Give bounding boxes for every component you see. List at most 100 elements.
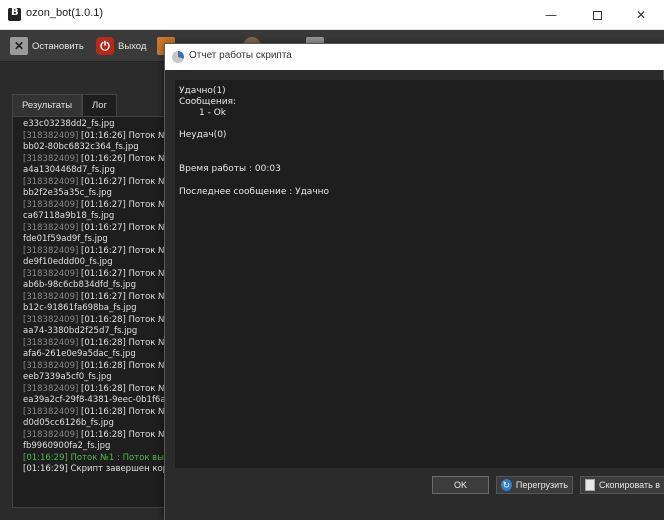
log-text: bb02-80bc6832c364_fs.jpg — [23, 142, 139, 152]
log-text: [01:16:28] Поток № — [78, 314, 167, 325]
power-icon: ⏻ — [96, 37, 114, 55]
log-line: [318382409] [01:16:27] Поток № — [23, 246, 167, 257]
log-line: [318382409] [01:16:27] Поток № — [23, 292, 167, 303]
log-line: aa74-3380bd2f25d7_fs.jpg — [23, 326, 137, 337]
log-text: [01:16:28] Поток № — [78, 360, 167, 371]
reload-label: Перегрузить — [515, 480, 568, 490]
clipboard-icon — [585, 479, 595, 491]
log-id: [318382409] — [23, 268, 79, 279]
copy-label: Скопировать в — [599, 480, 661, 490]
log-text: fb9960900fa2_fs.jpg — [23, 441, 111, 451]
log-line: e33c03238dd2_fs.jpg — [23, 119, 114, 130]
log-id: [318382409] — [23, 130, 79, 141]
log-line: [318382409] [01:16:28] Поток № — [23, 430, 167, 441]
message-item: 1 - Ok — [199, 108, 226, 118]
log-line: [318382409] [01:16:27] Поток № — [23, 223, 167, 234]
dialog-titlebar: Отчет работы скрипта — [165, 44, 664, 70]
log-line: de9f10eddd00_fs.jpg — [23, 257, 113, 268]
log-id: [318382409] — [23, 337, 79, 348]
close-button[interactable]: ✕ — [618, 0, 664, 30]
log-line: ca67118a9b18_fs.jpg — [23, 211, 114, 222]
exit-button[interactable]: ⏻ Выход — [96, 34, 146, 58]
log-line: bb2f2e35a35c_fs.jpg — [23, 188, 112, 199]
log-text: eeb7339a5cf0_fs.jpg — [23, 372, 112, 382]
log-text: [01:16:27] Поток № — [78, 222, 167, 233]
log-line-final-thread: [01:16:29] Поток №1 : Поток вы — [23, 452, 164, 463]
minimize-button[interactable]: — — [528, 0, 574, 30]
log-line: [318382409] [01:16:27] Поток № — [23, 200, 167, 211]
log-id: [318382409] — [23, 314, 79, 325]
log-line: [318382409] [01:16:28] Поток № — [23, 361, 167, 372]
log-text: a4a1304468d7_fs.jpg — [23, 165, 116, 175]
tab-log[interactable]: Лог — [82, 94, 118, 116]
log-text: afa6-261e0e9a5dac_fs.jpg — [23, 349, 136, 359]
last-message: Последнее сообщение : Удачно — [179, 187, 330, 197]
log-text: [01:16:27] Поток № — [78, 245, 167, 256]
log-text: [01:16:28] Поток № — [78, 406, 167, 417]
stop-label: Остановить — [32, 40, 84, 52]
log-line-script-finished: [01:16:29] Скрипт завершен кор — [23, 464, 169, 474]
log-text: [01:16:27] Поток № — [78, 268, 167, 279]
ok-button[interactable]: OK — [432, 476, 489, 494]
main-titlebar: ozon_bot(1.0.1) — ✕ — [0, 0, 664, 30]
log-id: [318382409] — [23, 406, 79, 417]
log-id: [318382409] — [23, 153, 79, 164]
log-text: d0d05cc6126b_fs.jpg — [23, 418, 114, 428]
log-id: [318382409] — [23, 360, 79, 371]
log-text: [01:16:26] Поток № — [78, 153, 167, 164]
log-line: fde01f59ad9f_fs.jpg — [23, 234, 108, 245]
log-text: [01:16:28] Поток № — [78, 429, 167, 440]
log-line: bb02-80bc6832c364_fs.jpg — [23, 142, 139, 153]
log-id: [318382409] — [23, 429, 79, 440]
log-line: [318382409] [01:16:28] Поток № — [23, 407, 167, 418]
log-text: aa74-3380bd2f25d7_fs.jpg — [23, 326, 138, 336]
failure-count: Неудач(0) — [179, 130, 227, 140]
stop-button[interactable]: ✕ Остановить — [10, 34, 84, 58]
log-text: fde01f59ad9f_fs.jpg — [23, 234, 108, 244]
log-text: ab6b-98c6cb834dfd_fs.jpg — [23, 280, 136, 290]
log-text: [01:16:28] Поток № — [78, 383, 167, 394]
dialog-title: Отчет работы скрипта — [189, 50, 292, 61]
log-line: [318382409] [01:16:27] Поток № — [23, 269, 167, 280]
log-text: bb2f2e35a35c_fs.jpg — [23, 188, 112, 198]
x-icon: ✕ — [10, 37, 28, 55]
log-id: [318382409] — [23, 222, 79, 233]
log-id: [318382409] — [23, 176, 79, 187]
log-line: fb9960900fa2_fs.jpg — [23, 441, 110, 452]
report-dialog: Отчет работы скрипта Удачно(1) Сообщения… — [164, 43, 664, 520]
log-line: ea39a2cf-29f8-4381-9eec-0b1f6a — [23, 395, 166, 406]
log-line: d0d05cc6126b_fs.jpg — [23, 418, 114, 429]
log-line: b12c-91861fa698ba_fs.jpg — [23, 303, 137, 314]
log-line: [318382409] [01:16:28] Поток № — [23, 384, 167, 395]
log-line: ab6b-98c6cb834dfd_fs.jpg — [23, 280, 136, 291]
log-text: [01:16:26] Поток № — [78, 130, 167, 141]
exit-label: Выход — [118, 40, 147, 52]
log-text: [01:16:27] Поток № — [78, 199, 167, 210]
copy-button[interactable]: Скопировать в — [580, 476, 664, 494]
pie-chart-icon — [172, 51, 184, 63]
log-text: b12c-91861fa698ba_fs.jpg — [23, 303, 137, 313]
log-text: [01:16:27] Поток № — [78, 176, 167, 187]
tab-strip: Результаты Лог — [12, 94, 118, 116]
log-id: [318382409] — [23, 291, 79, 302]
report-content: Удачно(1) Сообщения: 1 - Ok Неудач(0) Вр… — [175, 80, 664, 468]
maximize-button[interactable] — [574, 0, 620, 30]
log-line: afa6-261e0e9a5dac_fs.jpg — [23, 349, 136, 360]
log-id: [318382409] — [23, 383, 79, 394]
log-line: [318382409] [01:16:28] Поток № — [23, 315, 167, 326]
reload-icon: ↻ — [501, 479, 512, 491]
log-panel[interactable]: e33c03238dd2_fs.jpg [318382409] [01:16:26… — [12, 116, 172, 508]
log-line: [318382409] [01:16:28] Поток № — [23, 338, 167, 349]
log-line: [318382409] [01:16:26] Поток № — [23, 131, 167, 142]
log-text: [01:16:28] Поток № — [78, 337, 167, 348]
reload-button[interactable]: ↻ Перегрузить — [496, 476, 573, 494]
log-id: [318382409] — [23, 199, 79, 210]
tab-results[interactable]: Результаты — [12, 94, 83, 116]
log-line: [318382409] [01:16:27] Поток № — [23, 177, 167, 188]
dialog-footer: OK ↻ Перегрузить Скопировать в — [165, 468, 664, 520]
runtime: Время работы : 00:03 — [179, 164, 281, 174]
window-title: ozon_bot(1.0.1) — [26, 7, 104, 19]
log-text: de9f10eddd00_fs.jpg — [23, 257, 113, 267]
log-line: [318382409] [01:16:26] Поток № — [23, 154, 167, 165]
messages-label: Сообщения: — [179, 97, 237, 107]
